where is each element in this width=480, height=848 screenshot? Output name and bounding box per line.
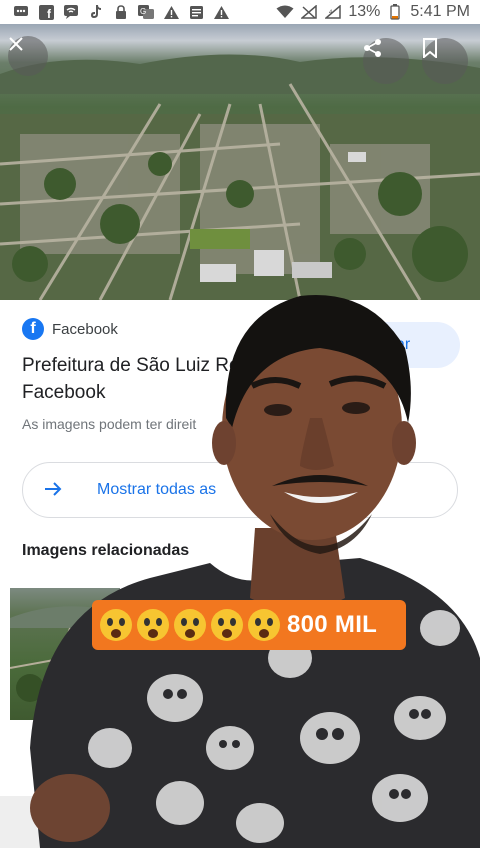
- bookmark-button[interactable]: [422, 38, 468, 84]
- system-status: 4 13% 5:41 PM: [276, 3, 480, 21]
- news-icon: [187, 4, 205, 20]
- clock: 5:41 PM: [410, 3, 470, 20]
- facebook-icon: f: [37, 4, 55, 20]
- aerial-city-image: [0, 24, 480, 300]
- reaction-sticker: 800 MIL: [92, 600, 406, 650]
- status-bar: f G 4 13% 5:41 PM: [0, 0, 480, 24]
- share-icon: [364, 39, 381, 57]
- warning-icon: [162, 4, 180, 20]
- presenter-video-overlay: [0, 278, 480, 848]
- share-button[interactable]: [363, 38, 409, 84]
- scream-emoji-icon: [100, 609, 132, 641]
- close-icon: [9, 37, 23, 51]
- svg-text:G: G: [140, 7, 146, 16]
- lock-icon: [112, 4, 130, 20]
- scream-emoji-icon: [137, 609, 169, 641]
- wifi-bubble-icon: [62, 4, 80, 20]
- warning-icon: [212, 4, 230, 20]
- scream-emoji-icon: [174, 609, 206, 641]
- scream-emoji-icon: [211, 609, 243, 641]
- no-signal-icon: [300, 4, 318, 20]
- message-icon: [12, 4, 30, 20]
- wifi-icon: [276, 4, 294, 20]
- presenter-figure: [30, 295, 480, 848]
- signal-icon: 4: [324, 4, 342, 20]
- battery-percent: 13%: [348, 3, 381, 20]
- tiktok-icon: [87, 4, 105, 20]
- close-button[interactable]: [8, 36, 48, 76]
- scream-emoji-icon: [248, 609, 280, 641]
- battery-icon: [386, 4, 404, 20]
- notification-icons: f G: [0, 4, 230, 20]
- sticker-text: 800 MIL: [287, 611, 378, 638]
- bookmark-icon: [423, 38, 437, 58]
- translate-icon: G: [137, 4, 155, 20]
